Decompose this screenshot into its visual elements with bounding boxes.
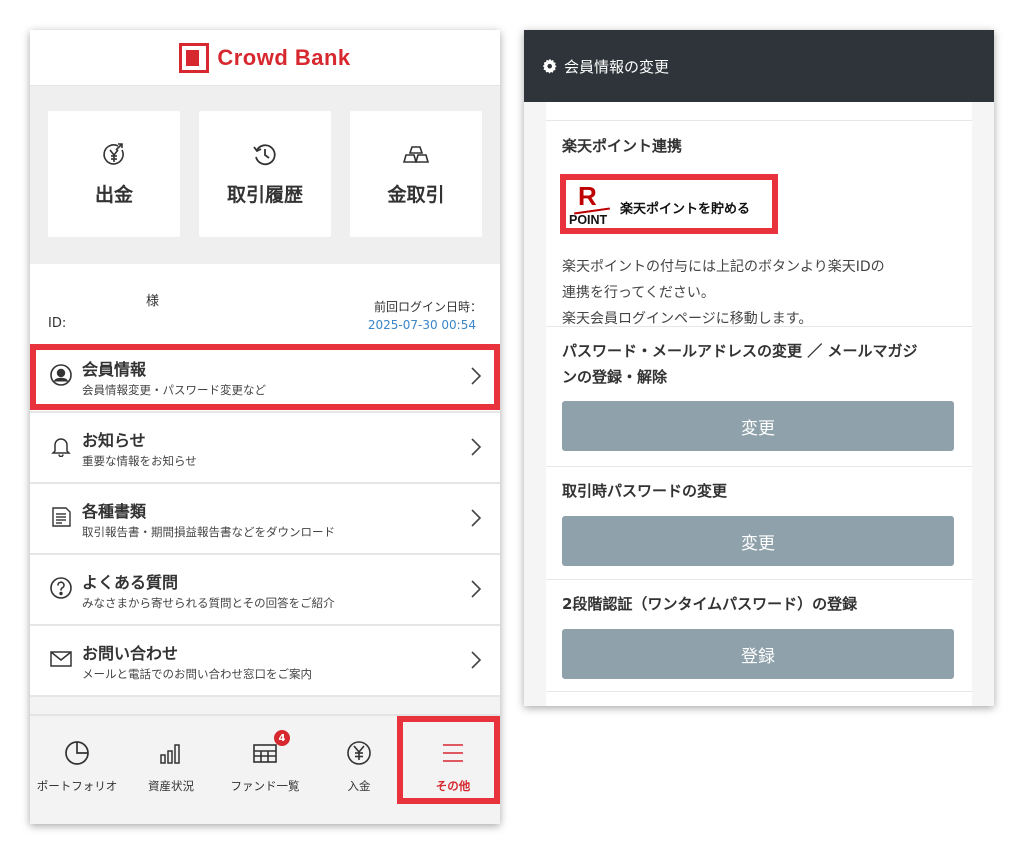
menu-item-documents[interactable]: 各種書類 取引報告書・期間損益報告書などをダウンロード bbox=[30, 484, 500, 555]
rakuten-logo-point: POINT bbox=[569, 213, 608, 227]
nav-label: 入金 bbox=[347, 779, 371, 793]
bell-icon bbox=[51, 438, 71, 457]
user-honorific: 様 bbox=[146, 294, 160, 309]
history-button[interactable]: 取引履歴 bbox=[199, 111, 331, 237]
menu-item-title: お知らせ bbox=[82, 431, 146, 450]
nav-label: 資産状況 bbox=[148, 779, 194, 793]
nav-fund-list[interactable]: 4 ファンド一覧 bbox=[218, 716, 312, 824]
question-icon bbox=[50, 577, 72, 599]
rakuten-description-line: 連携を行ってください。 bbox=[562, 285, 715, 301]
trade-password-title: 取引時パスワードの変更 bbox=[562, 482, 728, 500]
history-icon bbox=[253, 143, 276, 165]
change-trade-password-button[interactable]: 変更 bbox=[562, 516, 954, 566]
chevron-right-icon bbox=[471, 367, 482, 385]
user-icon bbox=[50, 364, 72, 386]
nav-assets[interactable]: 資産状況 bbox=[124, 716, 218, 824]
history-label: 取引履歴 bbox=[226, 183, 303, 206]
password-email-title: パスワード・メールアドレスの変更 ／ メールマガジ bbox=[562, 342, 918, 360]
password-email-section: パスワード・メールアドレスの変更 ／ メールマガジ ンの登録・解除 変更 bbox=[546, 326, 972, 466]
menu-item-title: 各種書類 bbox=[82, 502, 147, 521]
password-email-title: ンの登録・解除 bbox=[562, 368, 668, 386]
withdraw-label: 出金 bbox=[94, 183, 133, 206]
two-factor-section: 2段階認証（ワンタイムパスワード）の登録 登録 bbox=[546, 579, 972, 692]
rakuten-logo-letter: R bbox=[578, 181, 597, 211]
gear-icon bbox=[542, 58, 557, 74]
menu-item-title: 会員情報 bbox=[82, 360, 147, 379]
page-header: 会員情報の変更 bbox=[524, 30, 994, 102]
mobile-menu-screen: Crowd Bank 出金 取引履歴 金取引 様 ID: 前回ログイン日時： 2… bbox=[30, 30, 500, 824]
user-info: 様 ID: 前回ログイン日時： 2025-07-30 00:54 bbox=[30, 264, 500, 342]
bar-chart-icon bbox=[160, 744, 180, 764]
fund-list-icon bbox=[253, 744, 277, 763]
quick-actions: 出金 取引履歴 金取引 bbox=[30, 86, 500, 264]
change-password-email-button[interactable]: 変更 bbox=[562, 401, 954, 451]
withdraw-button[interactable]: 出金 bbox=[48, 111, 180, 237]
yen-withdraw-icon bbox=[103, 142, 124, 165]
chevron-right-icon bbox=[471, 438, 482, 456]
register-two-factor-button[interactable]: 登録 bbox=[562, 629, 954, 679]
fund-count-badge: 4 bbox=[274, 730, 290, 746]
brand-name: Crowd Bank bbox=[217, 44, 351, 70]
document-icon bbox=[52, 507, 71, 527]
menu-item-notices[interactable]: お知らせ 重要な情報をお知らせ bbox=[30, 413, 500, 484]
app-header: Crowd Bank bbox=[30, 30, 500, 86]
page-title: 会員情報の変更 bbox=[564, 57, 670, 76]
rakuten-point-button[interactable]: R POINT 楽天ポイントを貯める bbox=[564, 181, 774, 233]
menu-item-contact[interactable]: お問い合わせ メールと電話でのお問い合わせ窓口をご案内 bbox=[30, 626, 500, 697]
menu-item-subtitle: みなさまから寄せられる質問とその回答をご紹介 bbox=[82, 596, 335, 610]
menu-icon bbox=[443, 744, 463, 762]
menu-item-member-info[interactable]: 会員情報 会員情報変更・パスワード変更など bbox=[30, 342, 500, 413]
last-login-value: 2025-07-30 00:54 bbox=[367, 318, 476, 332]
chevron-right-icon bbox=[471, 651, 482, 669]
yen-circle-icon bbox=[347, 741, 371, 765]
menu-item-subtitle: 重要な情報をお知らせ bbox=[82, 454, 197, 468]
rakuten-button-label: 楽天ポイントを貯める bbox=[620, 201, 751, 217]
chevron-right-icon bbox=[471, 509, 482, 527]
menu-item-subtitle: 会員情報変更・パスワード変更など bbox=[82, 383, 266, 397]
menu-item-subtitle: 取引報告書・期間損益報告書などをダウンロード bbox=[82, 525, 335, 539]
nav-label: その他 bbox=[435, 779, 471, 793]
chevron-right-icon bbox=[471, 580, 482, 598]
settings-content: 楽天ポイント連携 R POINT 楽天ポイントを貯める 楽天ポイントの付与には上… bbox=[546, 102, 972, 706]
nav-deposit[interactable]: 入金 bbox=[312, 716, 406, 824]
member-info-change-screen: 会員情報の変更 楽天ポイント連携 R POINT 楽天ポイントを貯める 楽天ポイ… bbox=[524, 30, 994, 706]
user-id-label: ID: bbox=[48, 316, 67, 331]
crowd-bank-logo-icon bbox=[179, 42, 210, 73]
last-login-label: 前回ログイン日時： bbox=[373, 300, 482, 314]
rakuten-section-title: 楽天ポイント連携 bbox=[562, 137, 683, 155]
nav-other[interactable]: その他 bbox=[406, 716, 500, 824]
mail-icon bbox=[50, 651, 72, 667]
nav-portfolio[interactable]: ポートフォリオ bbox=[30, 716, 124, 824]
bottom-navigation: ポートフォリオ 資産状況 4 ファンド一覧 入金 その他 bbox=[30, 714, 500, 824]
menu-item-faq[interactable]: よくある質問 みなさまから寄せられる質問とその回答をご紹介 bbox=[30, 555, 500, 626]
rakuten-point-logo-icon: R POINT bbox=[568, 181, 616, 231]
pie-chart-icon bbox=[65, 741, 89, 765]
menu-item-title: よくある質問 bbox=[82, 573, 179, 592]
menu-item-subtitle: メールと電話でのお問い合わせ窓口をご案内 bbox=[82, 667, 312, 681]
rakuten-point-section: 楽天ポイント連携 R POINT 楽天ポイントを貯める 楽天ポイントの付与には上… bbox=[546, 120, 972, 327]
trade-password-section: 取引時パスワードの変更 変更 bbox=[546, 466, 972, 579]
rakuten-description-line: 楽天ポイントの付与には上記のボタンより楽天IDの bbox=[562, 259, 885, 275]
gold-bars-icon bbox=[403, 145, 429, 163]
gold-trade-label: 金取引 bbox=[387, 183, 445, 206]
menu-item-title: お問い合わせ bbox=[82, 644, 179, 663]
gold-trade-button[interactable]: 金取引 bbox=[350, 111, 482, 237]
two-factor-title: 2段階認証（ワンタイムパスワード）の登録 bbox=[562, 595, 858, 613]
nav-label: ポートフォリオ bbox=[36, 779, 118, 793]
nav-label: ファンド一覧 bbox=[230, 779, 300, 793]
